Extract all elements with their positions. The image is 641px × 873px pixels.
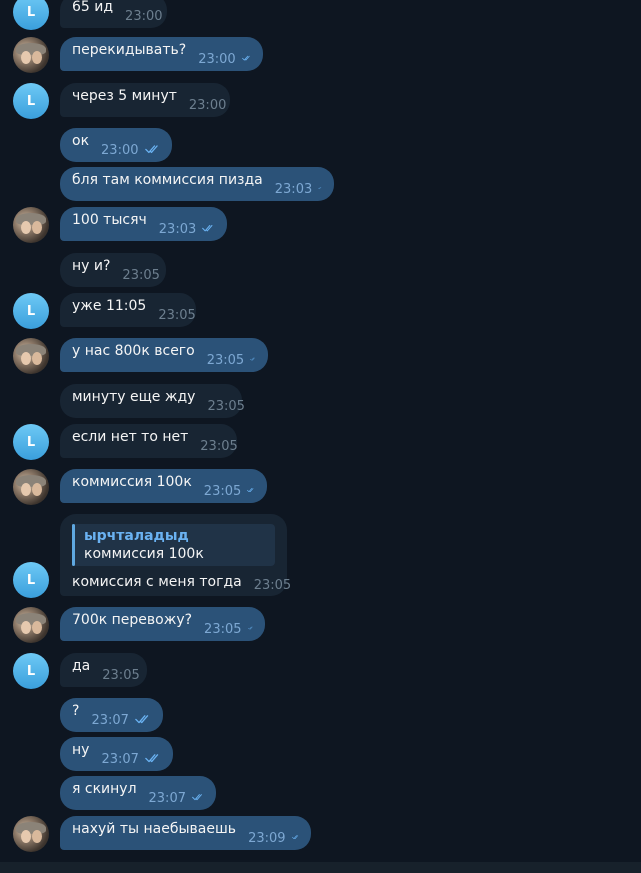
message-text: нахуй ты наебываешь bbox=[72, 821, 237, 837]
message-text: уже 11:05 bbox=[72, 298, 147, 314]
message-text: да bbox=[72, 658, 91, 674]
reply-quoted-text: коммиссия 100к bbox=[84, 546, 204, 562]
message-time: 23:00 bbox=[188, 97, 227, 113]
own-avatar[interactable] bbox=[13, 37, 49, 73]
read-check-icon bbox=[192, 794, 202, 801]
message-text: минуту еще жду bbox=[72, 389, 196, 405]
avatar-initial: L bbox=[26, 4, 36, 20]
message-time: 23:05 bbox=[253, 578, 292, 593]
message-text: 100 тысяч bbox=[72, 212, 147, 228]
message-bubble[interactable]: 700к перевожу? 23:05 bbox=[60, 607, 265, 641]
read-check-icon bbox=[250, 357, 255, 361]
message-bubble[interactable]: перекидывать? 23:00 bbox=[60, 37, 263, 71]
read-check-icon bbox=[144, 145, 158, 154]
message-bubble[interactable]: минуту еще жду 23:05 bbox=[60, 384, 245, 418]
own-avatar[interactable] bbox=[13, 816, 49, 852]
read-check-icon bbox=[247, 488, 254, 493]
message-text: если нет то нет bbox=[72, 429, 189, 445]
message-time: 23:05 bbox=[203, 483, 242, 499]
message-bubble[interactable]: ну 23:07 bbox=[60, 737, 173, 771]
read-check-icon bbox=[318, 187, 322, 189]
contact-avatar[interactable]: L bbox=[13, 293, 49, 329]
read-check-icon bbox=[241, 55, 250, 61]
message-bubble[interactable]: ? 23:07 bbox=[60, 698, 163, 732]
message-time: 23:03 bbox=[158, 221, 197, 237]
contact-avatar[interactable]: L bbox=[13, 83, 49, 119]
reply-quote[interactable]: ырчталадыд коммиссия 100к bbox=[72, 524, 275, 566]
own-avatar[interactable] bbox=[13, 207, 49, 243]
avatar-initial: L bbox=[26, 93, 36, 109]
message-bubble[interactable]: через 5 минут 23:00 bbox=[60, 83, 230, 117]
message-time: 23:05 bbox=[122, 267, 160, 283]
contact-avatar[interactable]: L bbox=[13, 562, 49, 598]
message-text: я скинул bbox=[72, 781, 137, 797]
contact-avatar[interactable]: L bbox=[13, 653, 49, 689]
message-time: 23:00 bbox=[101, 142, 139, 158]
message-time: 23:00 bbox=[125, 8, 163, 24]
message-text: ну bbox=[72, 742, 90, 758]
read-check-icon bbox=[202, 224, 213, 232]
message-text: комиссия с меня тогда bbox=[72, 573, 242, 590]
reply-author: ырчталадыд bbox=[84, 528, 189, 544]
message-time: 23:05 bbox=[158, 307, 196, 323]
message-bubble[interactable]: 65 ид 23:00 bbox=[60, 0, 167, 28]
read-check-icon bbox=[291, 835, 298, 839]
message-text: ну и? bbox=[72, 258, 111, 274]
message-time: 23:09 bbox=[248, 830, 286, 846]
message-text: коммиссия 100к bbox=[72, 474, 192, 490]
read-check-icon bbox=[135, 715, 149, 724]
message-bubble[interactable]: я скинул 23:07 bbox=[60, 776, 216, 810]
message-bubble[interactable]: ок 23:00 bbox=[60, 128, 172, 162]
message-text: бля там коммиссия пизда bbox=[72, 172, 263, 188]
message-time: 23:07 bbox=[101, 751, 139, 767]
message-bubble[interactable]: 100 тысяч 23:03 bbox=[60, 207, 227, 241]
message-bubble[interactable]: да 23:05 bbox=[60, 653, 147, 687]
message-time: 23:03 bbox=[274, 181, 313, 197]
message-bubble[interactable]: если нет то нет 23:05 bbox=[60, 424, 238, 458]
message-text: перекидывать? bbox=[72, 42, 187, 58]
message-time: 23:07 bbox=[148, 790, 186, 806]
own-avatar[interactable] bbox=[13, 338, 49, 374]
composer-bar bbox=[0, 862, 641, 873]
message-bubble[interactable]: коммиссия 100к 23:05 bbox=[60, 469, 267, 503]
message-time: 23:05 bbox=[102, 667, 140, 683]
message-bubble[interactable]: у нас 800к всего 23:05 bbox=[60, 338, 268, 372]
avatar-initial: L bbox=[26, 434, 36, 450]
own-avatar[interactable] bbox=[13, 607, 49, 643]
own-avatar[interactable] bbox=[13, 469, 49, 505]
message-text: 65 ид bbox=[72, 0, 114, 15]
message-text: ? bbox=[72, 703, 80, 719]
message-time: 23:05 bbox=[206, 352, 245, 368]
message-text: ок bbox=[72, 133, 90, 149]
avatar-initial: L bbox=[26, 663, 36, 679]
message-time: 23:05 bbox=[207, 398, 245, 414]
message-bubble[interactable]: бля там коммиссия пизда 23:03 bbox=[60, 167, 334, 201]
read-check-icon bbox=[247, 626, 253, 630]
contact-avatar[interactable]: L bbox=[13, 0, 49, 30]
message-text: через 5 минут bbox=[72, 88, 177, 104]
message-text: у нас 800к всего bbox=[72, 343, 195, 359]
message-bubble[interactable]: нахуй ты наебываешь 23:09 bbox=[60, 816, 311, 850]
avatar-initial: L bbox=[26, 572, 36, 588]
message-time: 23:00 bbox=[198, 51, 236, 67]
message-bubble[interactable]: ну и? 23:05 bbox=[60, 253, 166, 287]
message-time: 23:05 bbox=[204, 621, 242, 637]
avatar-initial: L bbox=[26, 303, 36, 319]
read-check-icon bbox=[145, 754, 159, 763]
message-time: 23:05 bbox=[200, 438, 238, 454]
message-bubble[interactable]: уже 11:05 23:05 bbox=[60, 293, 196, 327]
message-text: 700к перевожу? bbox=[72, 612, 193, 628]
contact-avatar[interactable]: L bbox=[13, 424, 49, 460]
chat-history: L L L L L L 65 ид 23:00 перекидывать? 23… bbox=[0, 0, 641, 873]
reply-message-bubble[interactable]: ырчталадыд коммиссия 100к комиссия с мен… bbox=[60, 514, 291, 596]
message-time: 23:07 bbox=[91, 712, 129, 728]
